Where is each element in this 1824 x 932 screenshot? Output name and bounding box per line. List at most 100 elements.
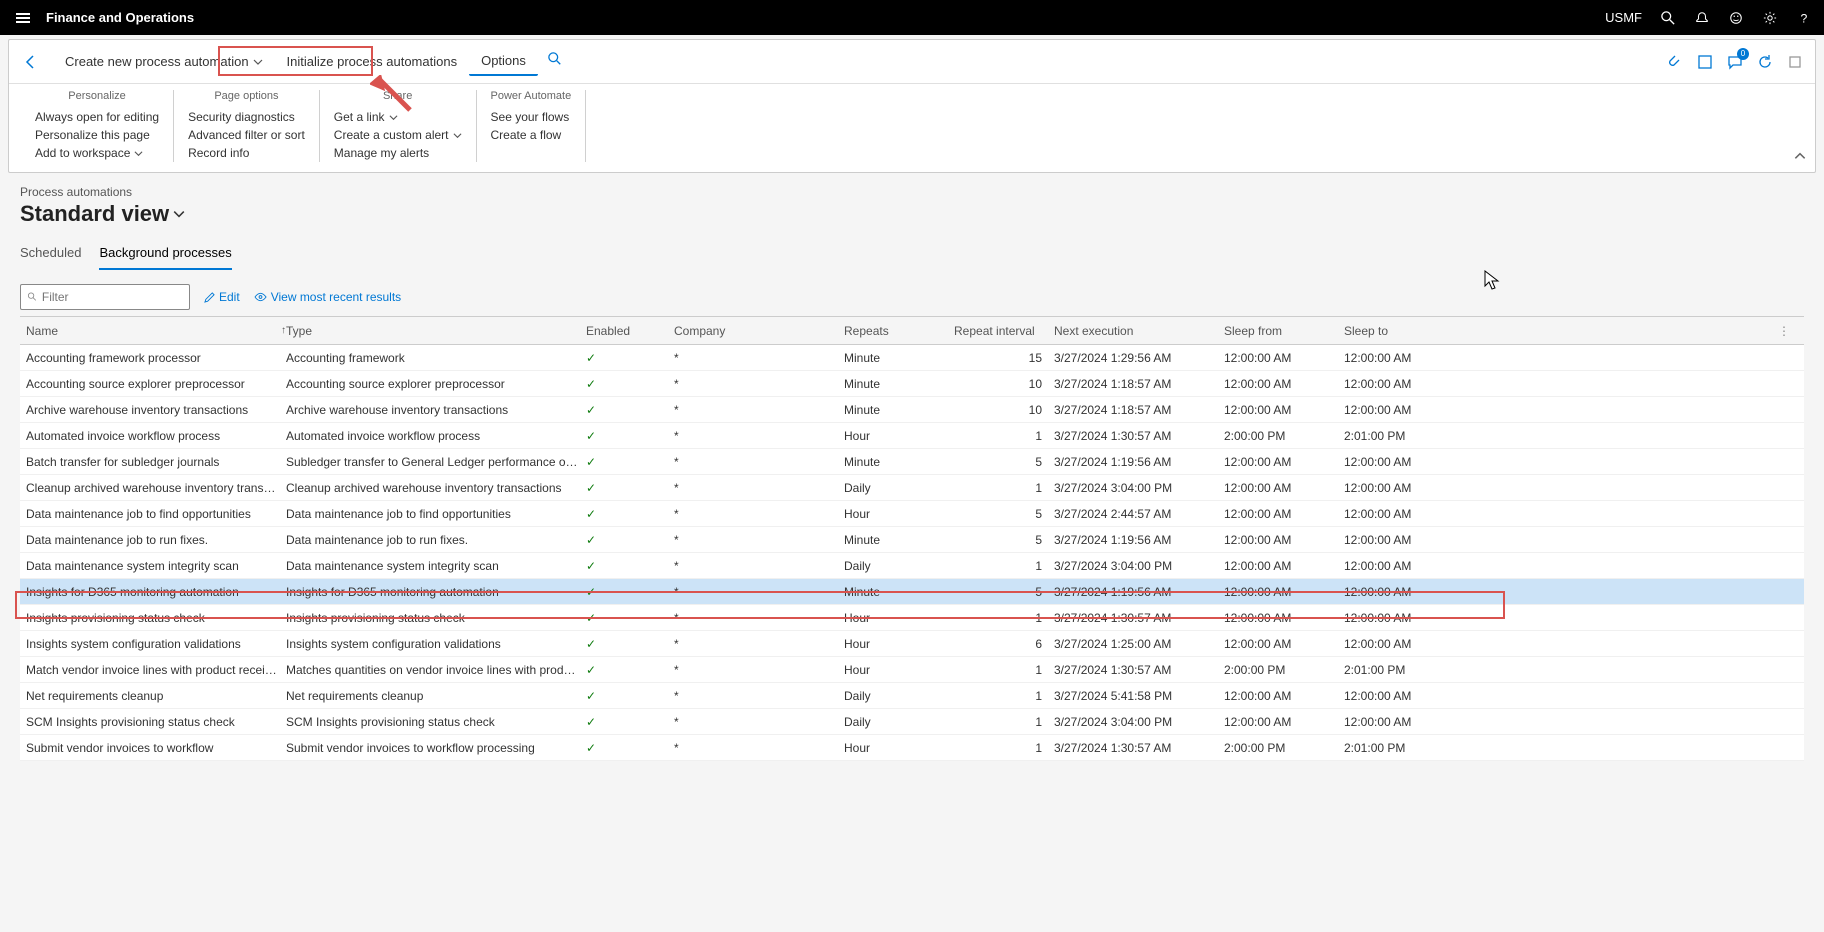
table-row[interactable]: Accounting framework processor Accountin… bbox=[20, 345, 1804, 371]
cell-name: Insights for D365 monitoring automation bbox=[26, 585, 286, 599]
ribbon-always-open[interactable]: Always open for editing bbox=[35, 108, 159, 126]
table-row[interactable]: Net requirements cleanup Net requirement… bbox=[20, 683, 1804, 709]
collapse-ribbon-icon[interactable] bbox=[1793, 149, 1807, 168]
eye-icon bbox=[254, 292, 267, 302]
chevron-down-icon bbox=[134, 149, 143, 158]
ribbon-custom-alert[interactable]: Create a custom alert bbox=[334, 126, 462, 144]
column-options-icon[interactable]: ⋮ bbox=[1778, 324, 1798, 338]
cell-type: Cleanup archived warehouse inventory tra… bbox=[286, 481, 586, 495]
cell-sleep-to: 12:00:00 AM bbox=[1344, 507, 1464, 521]
cell-sleep-from: 12:00:00 AM bbox=[1224, 611, 1344, 625]
ribbon-record-info[interactable]: Record info bbox=[188, 144, 305, 162]
bell-icon[interactable] bbox=[1694, 10, 1710, 26]
search-icon bbox=[27, 291, 38, 303]
ribbon-personalize-page[interactable]: Personalize this page bbox=[35, 126, 159, 144]
filter-input-wrapper[interactable] bbox=[20, 284, 190, 310]
table-row[interactable]: Insights for D365 monitoring automation … bbox=[20, 579, 1804, 605]
table-row[interactable]: Archive warehouse inventory transactions… bbox=[20, 397, 1804, 423]
ribbon-see-flows[interactable]: See your flows bbox=[491, 108, 572, 126]
table-row[interactable]: Insights system configuration validation… bbox=[20, 631, 1804, 657]
smile-icon[interactable] bbox=[1728, 10, 1744, 26]
filter-input[interactable] bbox=[42, 290, 183, 304]
back-button[interactable] bbox=[19, 50, 43, 74]
view-title[interactable]: Standard view bbox=[20, 201, 1804, 227]
tabs: Scheduled Background processes bbox=[20, 241, 1804, 270]
table-row[interactable]: SCM Insights provisioning status check S… bbox=[20, 709, 1804, 735]
table-row[interactable]: Submit vendor invoices to workflow Submi… bbox=[20, 735, 1804, 761]
cell-next: 3/27/2024 1:19:56 AM bbox=[1054, 585, 1224, 599]
chevron-down-icon bbox=[173, 208, 185, 220]
cell-next: 3/27/2024 1:18:57 AM bbox=[1054, 403, 1224, 417]
cell-name: Cleanup archived warehouse inventory tra… bbox=[26, 481, 286, 495]
table-row[interactable]: Insights provisioning status check Insig… bbox=[20, 605, 1804, 631]
ribbon-manage-alerts[interactable]: Manage my alerts bbox=[334, 144, 462, 162]
cell-type: Insights system configuration validation… bbox=[286, 637, 586, 651]
cell-company: * bbox=[674, 351, 844, 365]
cell-type: SCM Insights provisioning status check bbox=[286, 715, 586, 729]
cell-repeats: Daily bbox=[844, 559, 954, 573]
col-enabled[interactable]: Enabled bbox=[586, 324, 674, 338]
table-row[interactable]: Batch transfer for subledger journals Su… bbox=[20, 449, 1804, 475]
ribbon-title-share: Share bbox=[334, 90, 462, 102]
cell-company: * bbox=[674, 481, 844, 495]
cell-type: Data maintenance system integrity scan bbox=[286, 559, 586, 573]
options-tab[interactable]: Options bbox=[469, 47, 538, 76]
cell-sleep-to: 12:00:00 AM bbox=[1344, 585, 1464, 599]
refresh-icon[interactable] bbox=[1755, 52, 1775, 72]
cell-company: * bbox=[674, 533, 844, 547]
col-name[interactable]: Name↑ bbox=[26, 324, 286, 338]
cell-type: Subledger transfer to General Ledger per… bbox=[286, 455, 586, 469]
table-row[interactable]: Data maintenance job to find opportuniti… bbox=[20, 501, 1804, 527]
cell-sleep-to: 12:00:00 AM bbox=[1344, 637, 1464, 651]
edit-button[interactable]: Edit bbox=[204, 290, 240, 304]
table-toolbar: Edit View most recent results bbox=[20, 284, 1804, 310]
cell-repeats: Hour bbox=[844, 507, 954, 521]
initialize-process-automations-button[interactable]: Initialize process automations bbox=[275, 48, 470, 75]
messages-icon[interactable]: 0 bbox=[1725, 52, 1745, 72]
ribbon-add-workspace[interactable]: Add to workspace bbox=[35, 144, 159, 162]
col-type[interactable]: Type bbox=[286, 324, 586, 338]
hamburger-icon[interactable] bbox=[12, 9, 34, 27]
col-sleep-from[interactable]: Sleep from bbox=[1224, 324, 1344, 338]
attach-icon[interactable] bbox=[1665, 52, 1685, 72]
cell-interval: 15 bbox=[954, 351, 1054, 365]
tab-scheduled[interactable]: Scheduled bbox=[20, 241, 81, 270]
ribbon-get-link[interactable]: Get a link bbox=[334, 108, 462, 126]
company-code[interactable]: USMF bbox=[1605, 10, 1642, 25]
cell-sleep-from: 12:00:00 AM bbox=[1224, 351, 1344, 365]
help-icon[interactable]: ? bbox=[1796, 10, 1812, 26]
ribbon-group-power-automate: Power Automate See your flows Create a f… bbox=[477, 90, 587, 162]
popout-icon[interactable] bbox=[1785, 52, 1805, 72]
cell-enabled: ✓ bbox=[586, 663, 674, 677]
ribbon-advanced-filter[interactable]: Advanced filter or sort bbox=[188, 126, 305, 144]
cell-next: 3/27/2024 3:04:00 PM bbox=[1054, 481, 1224, 495]
view-recent-button[interactable]: View most recent results bbox=[254, 290, 402, 304]
tab-background-processes[interactable]: Background processes bbox=[99, 241, 231, 270]
table-row[interactable]: Data maintenance job to run fixes. Data … bbox=[20, 527, 1804, 553]
action-search-icon[interactable] bbox=[544, 48, 566, 75]
search-icon[interactable] bbox=[1660, 10, 1676, 26]
cell-company: * bbox=[674, 377, 844, 391]
ribbon-security[interactable]: Security diagnostics bbox=[188, 108, 305, 126]
cell-type: Data maintenance job to run fixes. bbox=[286, 533, 586, 547]
col-repeats[interactable]: Repeats bbox=[844, 324, 954, 338]
ribbon-group-page-options: Page options Security diagnostics Advanc… bbox=[174, 90, 320, 162]
gear-icon[interactable] bbox=[1762, 10, 1778, 26]
table-row[interactable]: Cleanup archived warehouse inventory tra… bbox=[20, 475, 1804, 501]
cell-company: * bbox=[674, 403, 844, 417]
data-grid: Name↑ Type Enabled Company Repeats Repea… bbox=[20, 316, 1804, 761]
table-row[interactable]: Match vendor invoice lines with product … bbox=[20, 657, 1804, 683]
table-row[interactable]: Data maintenance system integrity scan D… bbox=[20, 553, 1804, 579]
ribbon-group-personalize: Personalize Always open for editing Pers… bbox=[21, 90, 174, 162]
col-company[interactable]: Company bbox=[674, 324, 844, 338]
col-interval[interactable]: Repeat interval bbox=[954, 324, 1054, 338]
table-row[interactable]: Automated invoice workflow process Autom… bbox=[20, 423, 1804, 449]
cell-interval: 1 bbox=[954, 741, 1054, 755]
table-row[interactable]: Accounting source explorer preprocessor … bbox=[20, 371, 1804, 397]
cell-repeats: Hour bbox=[844, 637, 954, 651]
col-sleep-to[interactable]: Sleep to bbox=[1344, 324, 1464, 338]
office-icon[interactable] bbox=[1695, 52, 1715, 72]
create-process-automation-button[interactable]: Create new process automation bbox=[53, 48, 275, 75]
col-next[interactable]: Next execution bbox=[1054, 324, 1224, 338]
ribbon-create-flow[interactable]: Create a flow bbox=[491, 126, 572, 144]
